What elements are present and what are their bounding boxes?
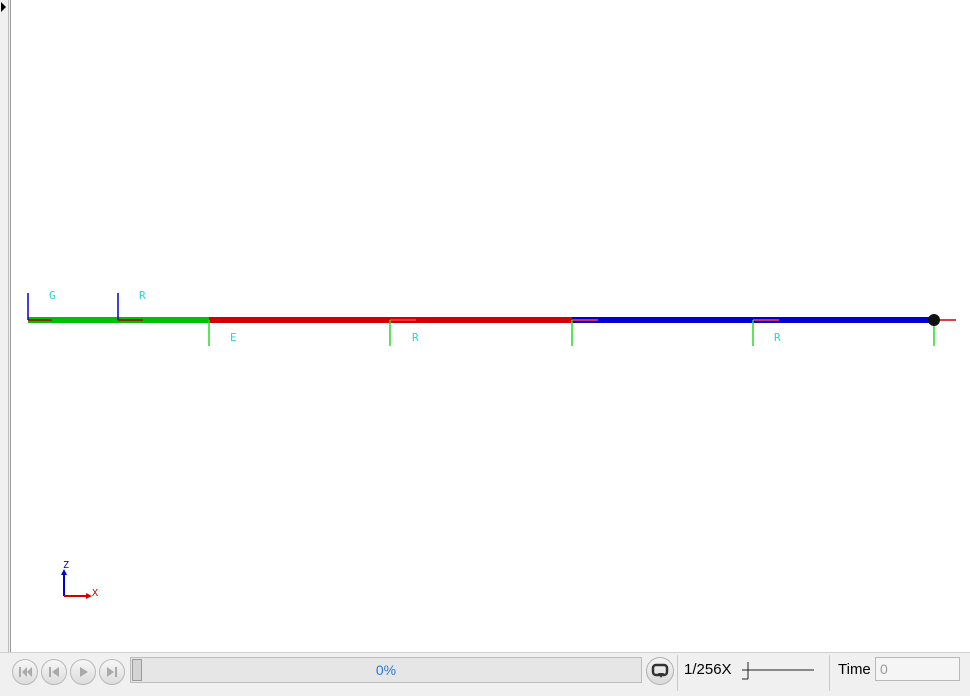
- axis-triad: Z X: [61, 560, 98, 599]
- play-icon: [80, 667, 88, 677]
- loop-button[interactable]: [646, 657, 674, 685]
- loop-icon: [651, 663, 669, 678]
- skip-to-start-icon: [19, 667, 32, 677]
- left-panel-gutter[interactable]: [0, 0, 11, 696]
- time-input[interactable]: 0: [875, 657, 960, 681]
- gutter-divider: [8, 0, 9, 696]
- 3d-viewport[interactable]: G R E R R Z X: [12, 0, 970, 654]
- progress-slider[interactable]: 0%: [130, 657, 642, 683]
- skip-to-start-button[interactable]: [12, 659, 38, 685]
- point-label: R: [412, 331, 419, 344]
- step-back-button[interactable]: [41, 659, 67, 685]
- playback-speed-label: 1/256X: [684, 661, 732, 678]
- playback-speed-slider[interactable]: [738, 657, 818, 685]
- playback-toolbar: 0% 1/256X Time 0: [0, 652, 970, 696]
- scene-canvas[interactable]: G R E R R Z X: [12, 0, 970, 654]
- expand-arrow-icon[interactable]: [1, 2, 6, 12]
- z-axis-label: Z: [63, 560, 69, 571]
- progress-percent-label: 0%: [375, 662, 397, 678]
- time-label: Time: [838, 661, 871, 678]
- play-button[interactable]: [70, 659, 96, 685]
- point-label: R: [139, 289, 146, 302]
- x-axis-label: X: [92, 588, 98, 599]
- point-label: E: [230, 331, 237, 344]
- step-forward-icon: [107, 667, 117, 677]
- step-forward-button[interactable]: [99, 659, 125, 685]
- end-node-marker[interactable]: [928, 314, 940, 326]
- point-label: R: [774, 331, 781, 344]
- point-label: G: [49, 289, 56, 302]
- toolbar-separator: [677, 655, 678, 691]
- toolbar-separator: [829, 655, 830, 691]
- step-back-icon: [49, 667, 59, 677]
